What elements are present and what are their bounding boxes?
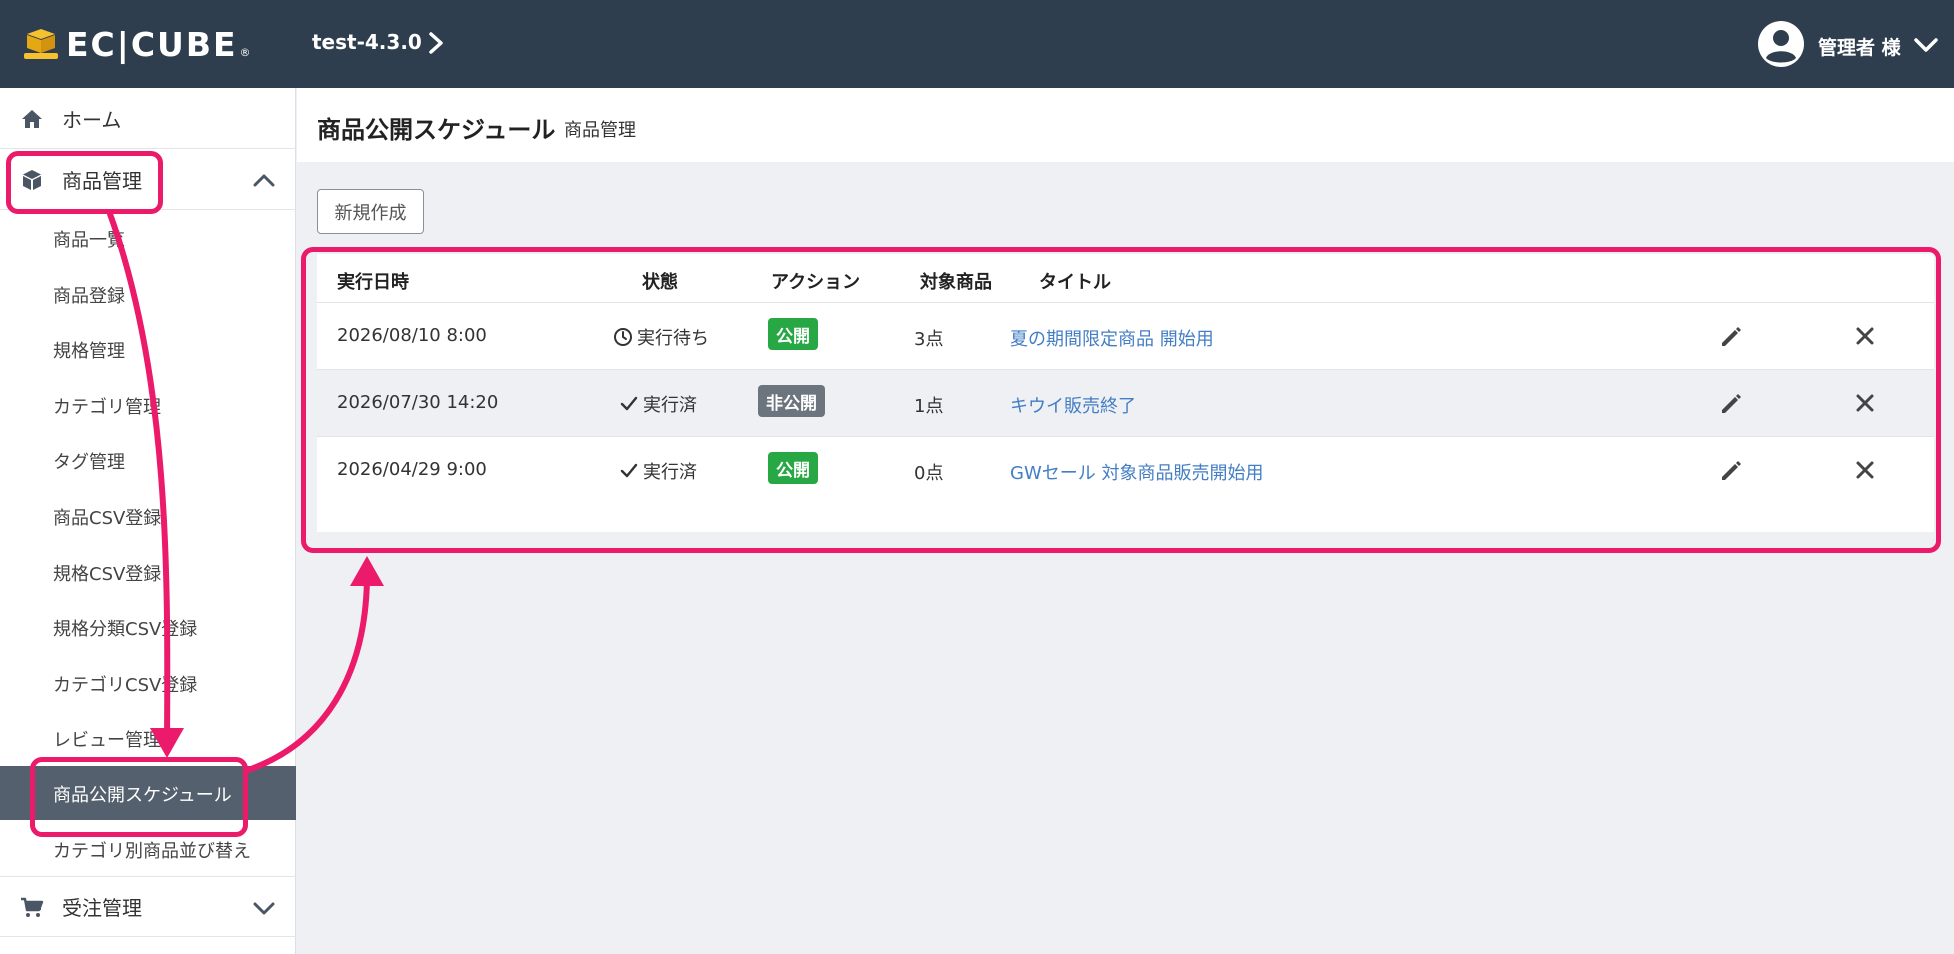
logo-text: EC|CUBE bbox=[66, 24, 238, 64]
page-title-bar: 商品公開スケジュール 商品管理 bbox=[297, 88, 1954, 162]
row-title-link[interactable]: GWセール 対象商品販売開始用 bbox=[1010, 459, 1263, 485]
user-name[interactable]: 管理者 様 bbox=[1818, 33, 1901, 60]
close-icon[interactable] bbox=[1855, 393, 1875, 413]
sidebar-item-product-csv[interactable]: 商品CSV登録 bbox=[0, 489, 296, 543]
row-datetime: 2026/04/29 9:00 bbox=[337, 459, 487, 480]
sidebar-item-category-management[interactable]: カテゴリ管理 bbox=[0, 378, 296, 432]
logo-registered-mark: ® bbox=[239, 45, 251, 59]
row-target: 1点 bbox=[914, 396, 944, 417]
chevron-down-icon[interactable] bbox=[1912, 34, 1940, 56]
sidebar-item-publish-schedule[interactable]: 商品公開スケジュール bbox=[0, 766, 296, 820]
sidebar-item-category-csv[interactable]: カテゴリCSV登録 bbox=[0, 656, 296, 710]
column-header-target: 対象商品 bbox=[920, 272, 992, 293]
nav-home[interactable]: ホーム bbox=[0, 88, 296, 149]
sidebar-item-label: 商品CSV登録 bbox=[53, 508, 162, 529]
sidebar-item-class-category-csv[interactable]: 規格分類CSV登録 bbox=[0, 600, 296, 654]
sidebar-item-label: カテゴリ管理 bbox=[53, 397, 161, 418]
action-badge: 非公開 bbox=[758, 385, 825, 417]
sidebar-item-label: タグ管理 bbox=[53, 452, 125, 473]
chevron-down-icon[interactable] bbox=[252, 899, 276, 917]
nav-product-management-label: 商品管理 bbox=[62, 168, 142, 193]
sidebar-item-class-management[interactable]: 規格管理 bbox=[0, 322, 296, 376]
row-title-link[interactable]: 夏の期間限定商品 開始用 bbox=[1010, 325, 1214, 351]
schedule-table: 実行日時 状態 アクション 対象商品 タイトル 2026/08/10 8:00 … bbox=[317, 254, 1934, 532]
row-title-link[interactable]: キウイ販売終了 bbox=[1010, 392, 1136, 418]
sidebar-item-label: カテゴリ別商品並び替え bbox=[53, 841, 251, 862]
sidebar-item-product-list[interactable]: 商品一覧 bbox=[0, 211, 296, 265]
action-badge: 公開 bbox=[768, 318, 818, 350]
close-icon[interactable] bbox=[1855, 326, 1875, 346]
nav-home-label: ホーム bbox=[62, 107, 122, 132]
sidebar-item-tag-management[interactable]: タグ管理 bbox=[0, 433, 296, 487]
row-target: 0点 bbox=[914, 463, 944, 484]
sidebar-item-label: 商品一覧 bbox=[53, 230, 125, 251]
page-subtitle: 商品管理 bbox=[564, 120, 636, 141]
nav-product-management[interactable]: 商品管理 bbox=[0, 149, 296, 210]
cube-logo-icon bbox=[24, 29, 58, 59]
row-datetime: 2026/07/30 14:20 bbox=[337, 392, 499, 413]
nav-order-management[interactable]: 受注管理 bbox=[0, 876, 296, 937]
row-status-label: 実行済 bbox=[643, 462, 697, 483]
table-row: 2026/04/29 9:00 実行済 公開 0点 GWセール 対象商品販売開始… bbox=[317, 436, 1934, 503]
check-icon bbox=[620, 396, 638, 411]
row-status-label: 実行済 bbox=[643, 395, 697, 416]
shop-name[interactable]: test-4.3.0 bbox=[312, 30, 422, 54]
sidebar-item-label: カテゴリCSV登録 bbox=[53, 675, 198, 696]
ec-cube-logo[interactable]: EC|CUBE ® bbox=[24, 24, 251, 64]
sidebar-item-review-management[interactable]: レビュー管理 bbox=[0, 711, 296, 765]
nav-order-management-label: 受注管理 bbox=[62, 896, 142, 920]
sidebar-item-label: 規格管理 bbox=[53, 341, 125, 362]
sidebar-item-label: 規格CSV登録 bbox=[53, 564, 162, 585]
pencil-icon[interactable] bbox=[1718, 390, 1744, 416]
sidebar-item-label: レビュー管理 bbox=[53, 730, 161, 751]
row-datetime: 2026/08/10 8:00 bbox=[337, 325, 487, 346]
table-row: 2026/07/30 14:20 実行済 非公開 1点 キウイ販売終了 bbox=[317, 369, 1934, 436]
new-create-button[interactable]: 新規作成 bbox=[317, 189, 424, 234]
sidebar-item-product-register[interactable]: 商品登録 bbox=[0, 267, 296, 321]
cart-icon bbox=[21, 897, 44, 917]
chevron-up-icon[interactable] bbox=[252, 171, 276, 189]
sidebar-item-label: 規格分類CSV登録 bbox=[53, 619, 198, 640]
sidebar-item-category-sort[interactable]: カテゴリ別商品並び替え bbox=[0, 822, 296, 876]
action-badge: 公開 bbox=[768, 452, 818, 484]
row-status: 実行済 bbox=[619, 391, 697, 417]
chevron-right-icon[interactable] bbox=[424, 28, 448, 58]
row-status: 実行済 bbox=[619, 458, 697, 484]
column-header-title: タイトル bbox=[1039, 272, 1111, 293]
column-header-datetime: 実行日時 bbox=[337, 272, 409, 293]
sidebar-item-label: 商品公開スケジュール bbox=[53, 785, 232, 806]
column-header-status: 状態 bbox=[642, 272, 678, 293]
row-target: 3点 bbox=[914, 329, 944, 350]
user-avatar-icon[interactable] bbox=[1757, 20, 1805, 68]
close-icon[interactable] bbox=[1855, 460, 1875, 480]
clock-icon bbox=[614, 328, 632, 346]
row-status: 実行待ち bbox=[613, 324, 709, 350]
sidebar-item-class-csv[interactable]: 規格CSV登録 bbox=[0, 545, 296, 599]
check-icon bbox=[620, 463, 638, 478]
column-header-action: アクション bbox=[771, 272, 861, 293]
row-status-label: 実行待ち bbox=[637, 328, 709, 349]
pencil-icon[interactable] bbox=[1718, 457, 1744, 483]
pencil-icon[interactable] bbox=[1718, 323, 1744, 349]
box-icon bbox=[23, 170, 41, 190]
table-row: 2026/08/10 8:00 実行待ち 公開 3点 夏の期間限定商品 開始用 bbox=[317, 302, 1934, 369]
home-icon bbox=[22, 110, 42, 128]
top-header: EC|CUBE ® test-4.3.0 管理者 様 bbox=[0, 0, 1954, 88]
sidebar-item-label: 商品登録 bbox=[53, 286, 125, 307]
sidebar: ホーム 商品管理 商品一覧 商品登録 規格管理 カテゴリ管理 タグ管理 商品CS… bbox=[0, 88, 296, 954]
page-title: 商品公開スケジュール bbox=[317, 116, 556, 144]
